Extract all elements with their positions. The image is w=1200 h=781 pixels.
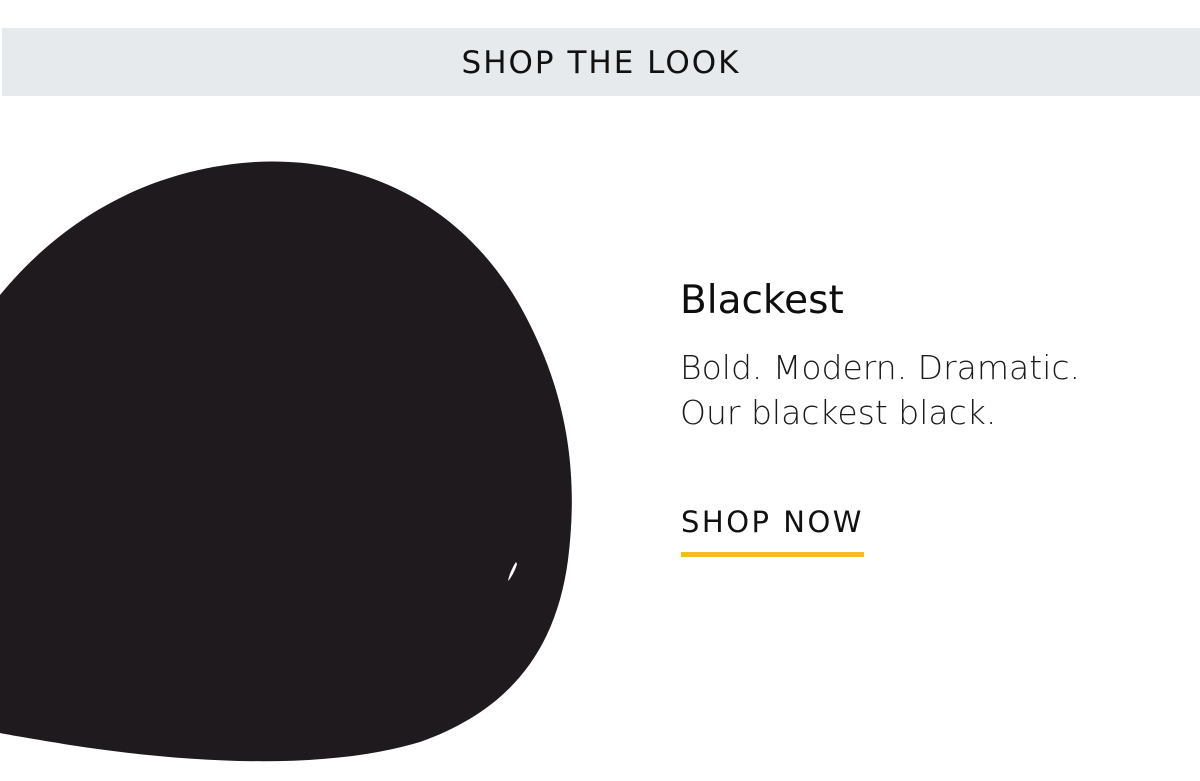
paint-swatch-blob <box>0 150 600 781</box>
shop-the-look-banner: SHOP THE LOOK <box>2 28 1200 96</box>
shop-now-link[interactable]: SHOP NOW <box>681 503 864 557</box>
product-description: Bold. Modern. Dramatic. Our blackest bla… <box>680 345 1180 435</box>
paint-blob-shape <box>0 161 572 762</box>
product-description-line: Our blackest black. <box>680 393 997 432</box>
product-name: Blackest <box>680 278 844 323</box>
paint-swatch-image <box>0 161 572 762</box>
product-info: Blackest Bold. Modern. Dramatic. Our bla… <box>680 277 1180 435</box>
product-description-line: Bold. Modern. Dramatic. <box>680 348 1080 387</box>
banner-title: SHOP THE LOOK <box>461 45 741 81</box>
